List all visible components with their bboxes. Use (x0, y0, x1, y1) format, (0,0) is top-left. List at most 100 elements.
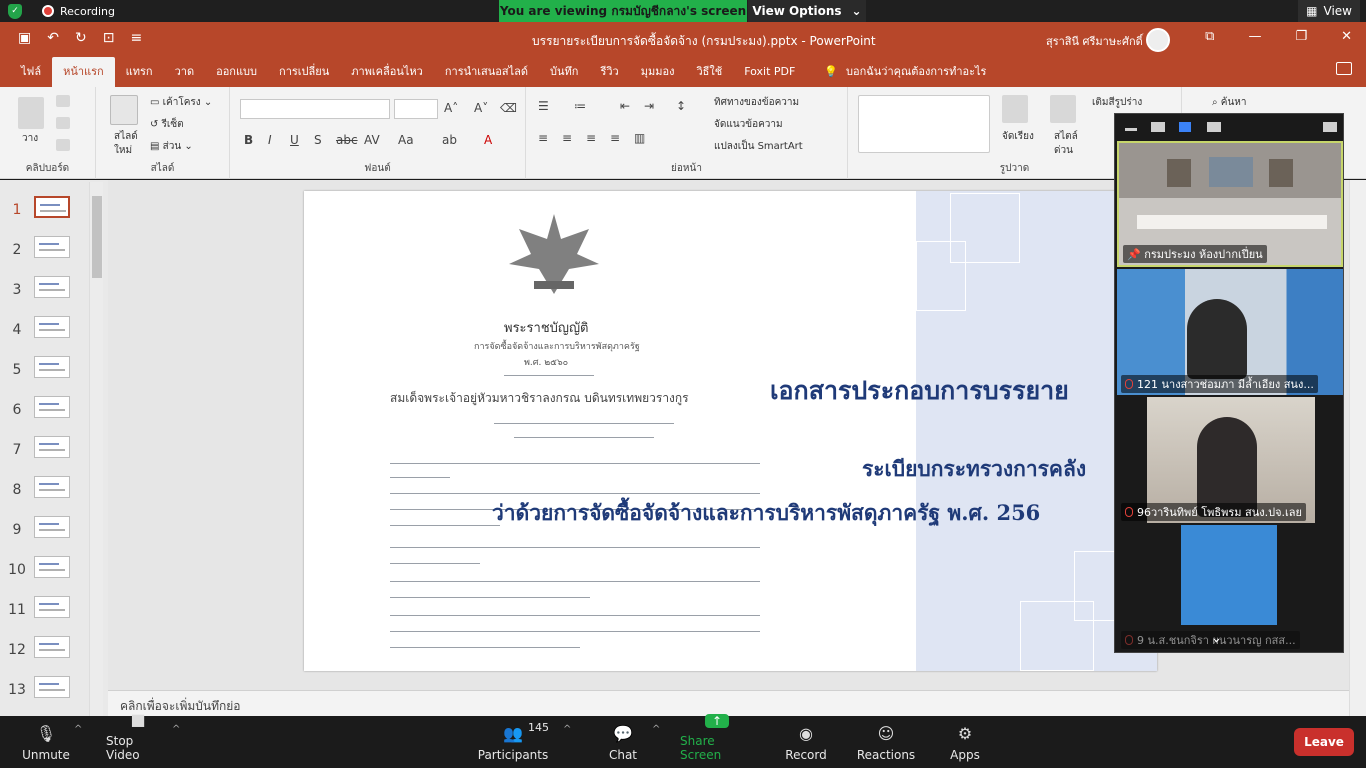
slide-subtitle-1[interactable]: ระเบียบกระทรวงการคลัง (862, 453, 1086, 486)
highlight-icon[interactable]: ab (442, 133, 457, 147)
avatar[interactable] (1146, 28, 1170, 52)
arrange-icon[interactable] (1002, 95, 1028, 123)
slide-thumbnail[interactable]: 6 (0, 394, 90, 434)
reactions-button[interactable]: ☺ Reactions (857, 716, 915, 768)
tab-slideshow[interactable]: การนำเสนอสไลด์ (434, 57, 539, 87)
minimize-icon[interactable]: — (1248, 29, 1261, 44)
editor-scrollbar[interactable] (1349, 180, 1366, 716)
shapes-gallery[interactable] (858, 95, 990, 153)
expand-gallery-icon[interactable] (1323, 122, 1337, 132)
justify-icon[interactable]: ≡ (610, 131, 620, 145)
font-name-box[interactable] (240, 99, 390, 119)
video-options-caret[interactable]: ^ (172, 724, 180, 735)
view-options-button[interactable]: View Options ⌄ (748, 0, 866, 22)
tab-review[interactable]: รีวิว (589, 57, 629, 87)
apps-button[interactable]: ⚙ Apps (948, 716, 982, 768)
align-right-icon[interactable]: ≡ (586, 131, 596, 145)
section-button[interactable]: ▤ ส่วน ⌄ (150, 139, 193, 154)
leave-button[interactable]: Leave (1294, 728, 1354, 756)
slide-preview[interactable] (34, 436, 70, 458)
font-color-icon[interactable]: A (484, 133, 492, 147)
video-tile[interactable]: 📌 กรมประมง ห้องปากเปี่ยน (1117, 141, 1343, 267)
save-icon[interactable]: ▣ (18, 30, 31, 46)
ribbon-display-icon[interactable]: ⧉ (1205, 29, 1214, 44)
slide-thumbnail[interactable]: 4 (0, 314, 90, 354)
slide-preview[interactable] (34, 316, 70, 338)
undo-icon[interactable]: ↶ (47, 30, 59, 46)
chat-button[interactable]: 💬 Chat (606, 716, 640, 768)
slide-subtitle-2[interactable]: ว่าด้วยการจัดซื้อจัดจ้างและการบริหารพัสด… (492, 497, 1040, 530)
slide-thumbnail[interactable]: 13 (0, 674, 90, 714)
line-spacing-icon[interactable]: ↕ (676, 99, 686, 113)
cut-icon[interactable] (56, 95, 70, 107)
unmute-button[interactable]: 🎙 Unmute (22, 716, 70, 768)
slide-thumbnail[interactable]: 11 (0, 594, 90, 634)
quick-styles-icon[interactable] (1050, 95, 1076, 123)
slide-thumbnail[interactable]: 8 (0, 474, 90, 514)
view-button[interactable]: ▦ View (1298, 0, 1360, 22)
slide-preview[interactable] (34, 476, 70, 498)
tab-file[interactable]: ไฟล์ (10, 57, 52, 87)
present-icon[interactable]: ⊡ (103, 30, 115, 46)
thumbnail-scrollbar[interactable] (89, 182, 103, 716)
slide-thumbnail[interactable]: 10 (0, 554, 90, 594)
user-name[interactable]: สุราสินี ศรีมาษะศักดิ์ (1046, 32, 1143, 50)
underline-icon[interactable]: U (290, 133, 299, 147)
slide-thumbnail[interactable]: 3 (0, 274, 90, 314)
bold-icon[interactable]: B (244, 133, 253, 147)
slide-preview[interactable] (34, 516, 70, 538)
find-button[interactable]: ⌕ ค้นหา (1212, 95, 1247, 110)
slide-preview[interactable] (34, 676, 70, 698)
stop-video-button[interactable]: ■ Stop Video (106, 710, 170, 768)
minimize-gallery-icon[interactable] (1125, 128, 1137, 131)
video-tile[interactable]: 9 น.ส.ชนกจิรา ผนวนารญ กสส... (1117, 525, 1343, 651)
slide-thumbnail[interactable]: 1 (0, 194, 90, 234)
shape-fill-button[interactable]: เติมสีรูปร่าง (1092, 95, 1142, 110)
audio-options-caret[interactable]: ^ (74, 724, 82, 735)
chat-options-caret[interactable]: ^ (652, 724, 660, 735)
tab-design[interactable]: ออกแบบ (205, 57, 268, 87)
copy-icon[interactable] (56, 117, 70, 129)
notes-pane[interactable]: คลิกเพื่อจะเพิ่มบันทึกย่อ (108, 690, 1366, 716)
tab-draw[interactable]: วาด (164, 57, 206, 87)
slide-thumbnail[interactable]: 2 (0, 234, 90, 274)
hide-video-icon[interactable] (1151, 122, 1165, 132)
paste-icon[interactable] (18, 97, 44, 129)
chevron-down-icon[interactable]: ⌄ (1211, 631, 1222, 646)
slide-preview[interactable] (34, 396, 70, 418)
strikethrough-icon[interactable]: abc (336, 133, 358, 147)
reset-button[interactable]: ↺ รีเซ็ต (150, 117, 184, 132)
slide-thumbnail[interactable]: 7 (0, 434, 90, 474)
tab-help[interactable]: วิธีใช้ (685, 57, 733, 87)
share-screen-button[interactable]: ↑ Share Screen (680, 714, 754, 768)
shadow-icon[interactable]: S (314, 133, 322, 147)
increase-indent-icon[interactable]: ⇥ (644, 99, 654, 113)
close-icon[interactable]: ✕ (1341, 29, 1352, 44)
slide-preview[interactable] (34, 236, 70, 258)
italic-icon[interactable]: I (268, 133, 272, 147)
shrink-font-icon[interactable]: A˅ (474, 101, 488, 115)
change-case-icon[interactable]: Aa (398, 133, 414, 147)
numbering-icon[interactable]: ≔ (574, 99, 586, 113)
slide-thumbnail[interactable]: 12 (0, 634, 90, 674)
align-text-button[interactable]: จัดแนวข้อความ (714, 117, 783, 132)
tab-insert[interactable]: แทรก (115, 57, 164, 87)
participants-options-caret[interactable]: ^ (563, 724, 571, 735)
slide-preview[interactable] (34, 636, 70, 658)
tab-view[interactable]: มุมมอง (630, 57, 686, 87)
gallery-view-icon[interactable] (1207, 122, 1221, 132)
record-button[interactable]: ◉ Record (784, 716, 828, 768)
current-slide[interactable]: พระราชบัญญัติ การจัดซื้อจัดจ้างและการบริ… (304, 191, 1157, 671)
font-size-box[interactable] (394, 99, 438, 119)
smartart-button[interactable]: แปลงเป็น SmartArt (714, 139, 803, 154)
customize-qat-icon[interactable]: ≡ (130, 30, 142, 46)
video-tile[interactable]: 121 นางสาวช่อมภา มีล้ำเอียง สนง... (1117, 269, 1343, 395)
layout-button[interactable]: ▭ เค้าโครง ⌄ (150, 95, 212, 110)
grow-font-icon[interactable]: A˄ (444, 101, 458, 115)
new-slide-icon[interactable] (110, 95, 138, 125)
tell-me-box[interactable]: 💡 บอกฉันว่าคุณต้องการทำอะไร (824, 57, 986, 87)
tab-foxit-pdf[interactable]: Foxit PDF (733, 57, 806, 87)
columns-icon[interactable]: ▥ (634, 131, 645, 145)
restore-icon[interactable]: ❐ (1295, 29, 1307, 44)
tab-home[interactable]: หน้าแรก (52, 57, 115, 87)
